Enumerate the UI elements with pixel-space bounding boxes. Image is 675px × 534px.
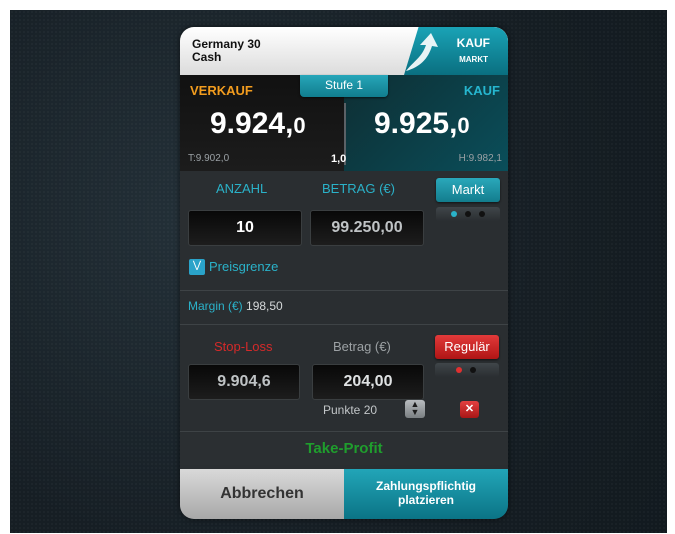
chevron-down-icon: ⋁ <box>192 260 202 271</box>
indicator-dot <box>479 211 485 217</box>
divider <box>180 431 508 432</box>
cancel-button[interactable]: Abbrechen <box>180 469 344 519</box>
order-ticket: Germany 30 Cash KAUF MARKT VERKAUF KAUF … <box>180 27 508 519</box>
indicator-dot <box>465 211 471 217</box>
quantity-input[interactable]: 10 <box>188 210 302 246</box>
take-profit-toggle[interactable]: Take-Profit <box>180 433 508 465</box>
place-order-button[interactable]: Zahlungspflichtig platzieren <box>344 469 508 519</box>
order-mode-indicator <box>436 207 500 221</box>
indicator-dot-active <box>456 367 462 373</box>
amount-label: BETRAG (€) <box>322 181 395 196</box>
stop-loss-label: Stop-Loss <box>214 339 273 354</box>
sell-price: 9.924,0 <box>210 107 306 141</box>
place-order-line-1: Zahlungspflichtig <box>376 479 476 493</box>
sell-price-main: 9.924, <box>210 107 294 140</box>
order-type-label: MARKT <box>459 55 488 64</box>
place-order-line-2: platzieren <box>397 493 454 507</box>
quantity-label: ANZAHL <box>216 181 268 196</box>
divider <box>180 290 508 291</box>
buy-price: 9.925,0 <box>374 107 470 141</box>
instrument-line-2: Cash <box>192 50 222 64</box>
amount-input[interactable]: 99.250,00 <box>310 210 424 246</box>
buy-price-main: 9.925, <box>374 107 458 140</box>
margin-info: Margin (€) 198,50 <box>188 299 283 313</box>
arrow-up-right-icon <box>406 33 438 71</box>
points-label: Punkte <box>323 403 361 417</box>
indicator-dot <box>470 367 476 373</box>
stop-points: Punkte 20 <box>323 403 377 417</box>
price-limit-toggle[interactable]: ⋁ <box>189 259 205 275</box>
margin-value: 198,50 <box>246 299 283 313</box>
price-limit-label[interactable]: Preisgrenze <box>209 259 278 274</box>
day-low: T:9.902,0 <box>188 153 230 164</box>
instrument-name: Germany 30 Cash <box>192 38 261 64</box>
close-icon[interactable]: ✕ <box>460 401 479 418</box>
buy-price-decimal: 0 <box>457 113 470 138</box>
divider <box>180 324 508 325</box>
indicator-dot-active <box>451 211 457 217</box>
stop-mode-button[interactable]: Regulär <box>435 335 499 359</box>
stop-price-input[interactable]: 9.904,6 <box>188 364 300 400</box>
points-value: 20 <box>363 403 378 417</box>
level-tab[interactable]: Stufe 1 <box>300 75 388 97</box>
ticket-header: Germany 30 Cash KAUF MARKT <box>180 27 508 75</box>
up-down-stepper-icon[interactable]: ▲ ▼ <box>405 400 425 418</box>
stop-mode-indicator <box>435 363 499 377</box>
buy-label: KAUF <box>463 83 500 98</box>
order-mode-button[interactable]: Markt <box>436 178 500 202</box>
direction-label: KAUF <box>456 36 490 50</box>
sell-price-decimal: 0 <box>293 113 306 138</box>
stop-amount-input[interactable]: 204,00 <box>312 364 424 400</box>
stop-amount-label: Betrag (€) <box>333 339 391 354</box>
day-high: H:9.982,1 <box>458 153 502 164</box>
sell-label: VERKAUF <box>190 83 253 98</box>
spread: 1,0 <box>331 153 347 165</box>
price-panel: VERKAUF KAUF Stufe 1 9.924,0 9.925,0 T:9… <box>180 75 508 171</box>
margin-label: Margin (€) <box>188 299 243 313</box>
